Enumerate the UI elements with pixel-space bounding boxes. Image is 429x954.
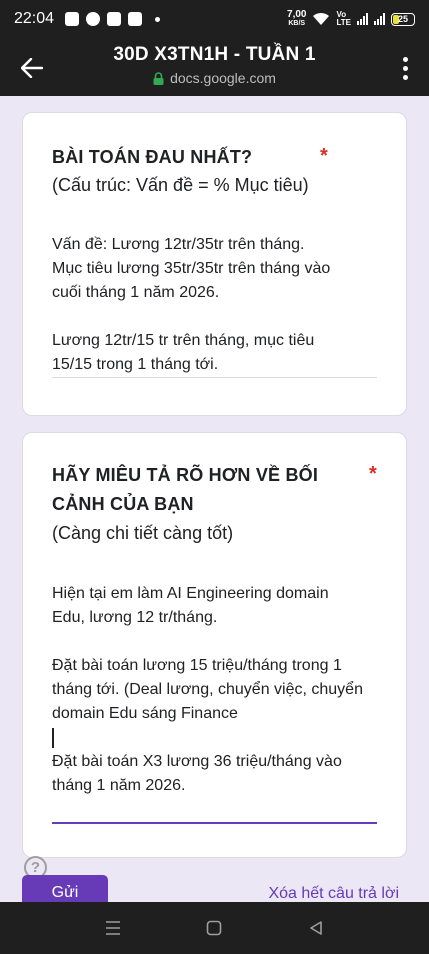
question-2-description: (Càng chi tiết càng tốt) [52, 523, 234, 543]
status-left: 22:04 [14, 10, 161, 28]
message-notification-icon [128, 12, 143, 26]
network-speed: 7,00 KB/S [287, 10, 306, 28]
recent-apps-button[interactable] [103, 918, 123, 938]
page-title: 30D X3TN1H - TUẦN 1 [113, 44, 316, 65]
text-cursor [52, 728, 54, 748]
title-wrap: 30D X3TN1H - TUẦN 1 docs.google.com [0, 44, 429, 86]
clear-form-link[interactable]: Xóa hết câu trả lời [268, 885, 399, 903]
status-time: 22:04 [14, 10, 55, 27]
status-bar: 22:04 7,00 KB/S Vo LTE 25 [0, 0, 429, 38]
zalo-notification-icon [65, 12, 80, 26]
question-1-answer-field[interactable]: Vấn đề: Lương 12tr/35tr trên tháng. Mục … [52, 233, 377, 377]
url-text: docs.google.com [170, 70, 276, 86]
url-row: docs.google.com [0, 70, 429, 86]
more-vert-icon [402, 56, 408, 62]
question-2-answer-underline [52, 822, 377, 824]
question-1-description: (Cấu trúc: Vấn đề = % Mục tiêu) [52, 175, 309, 195]
status-right: 7,00 KB/S Vo LTE 25 [287, 10, 415, 28]
network-speed-unit: KB/S [288, 20, 306, 27]
home-icon [206, 920, 222, 936]
question-card-1: BÀI TOÁN ĐAU NHẤT? * (Cấu trúc: Vấn đề =… [22, 112, 407, 416]
question-card-2: HÃY MIÊU TẢ RÕ HƠN VỀ BỐI CẢNH CỦA BẠN *… [22, 432, 407, 858]
volte-indicator: Vo LTE [336, 11, 351, 27]
back-nav-button[interactable] [306, 918, 326, 938]
app-bar: 30D X3TN1H - TUẦN 1 docs.google.com [0, 38, 429, 96]
wifi-icon [313, 12, 330, 25]
more-options-button[interactable] [395, 54, 415, 82]
battery-icon: 25 [391, 12, 415, 26]
volte-bottom: LTE [336, 18, 351, 27]
battery-level: 25 [397, 14, 408, 24]
question-2-title: HÃY MIÊU TẢ RÕ HƠN VỀ BỐI CẢNH CỦA BẠN [52, 465, 319, 514]
recent-apps-icon [106, 921, 120, 935]
signal-1-icon [357, 13, 368, 25]
more-notifications-icon [155, 16, 161, 22]
signal-2-icon [374, 13, 385, 25]
question-1-required-mark: * [320, 145, 328, 167]
group-notification-icon [107, 12, 122, 26]
system-nav-bar [0, 902, 429, 954]
home-button[interactable] [204, 918, 224, 938]
question-2-answer-field[interactable]: Hiện tại em làm AI Engineering domain Ed… [52, 582, 377, 798]
lock-icon [153, 71, 164, 85]
back-nav-icon [310, 921, 322, 935]
facebook-notification-icon [86, 12, 101, 26]
question-2-required-mark: * [369, 463, 377, 485]
network-speed-value: 7,00 [287, 9, 307, 20]
question-1-answer-underline [52, 377, 377, 378]
